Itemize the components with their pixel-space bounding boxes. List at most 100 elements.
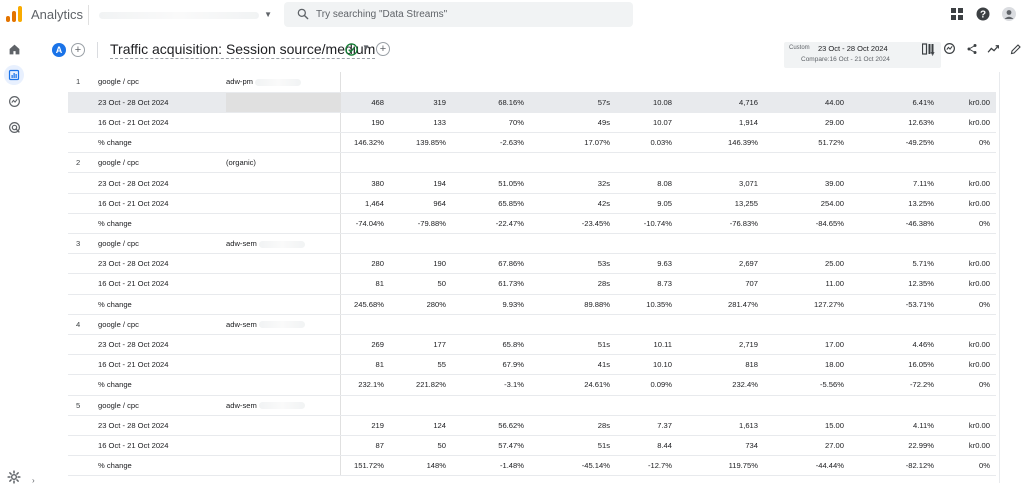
row-label: % change — [90, 213, 226, 235]
empty-cell — [678, 152, 764, 174]
add-report-button[interactable]: + — [376, 42, 390, 56]
metric-cell: -74.04% — [340, 213, 390, 235]
compare-range-text: Compare:16 Oct - 21 Oct 2024 — [801, 56, 890, 63]
campaign-cell: adw-sem — [226, 314, 341, 335]
table-row[interactable]: 16 Oct - 21 Oct 2024 190 133 70% 49s 10.07 1,9… — [68, 112, 996, 134]
row-label: 23 Oct - 28 Oct 2024 — [90, 253, 226, 275]
reports-icon[interactable] — [4, 65, 24, 85]
account-picker[interactable]: ▼ — [88, 5, 274, 25]
advertising-icon[interactable] — [6, 119, 22, 135]
admin-settings-icon[interactable] — [7, 470, 21, 484]
metric-cell: -5.56% — [764, 374, 850, 396]
share-icon[interactable] — [965, 42, 978, 55]
row-index-blank — [68, 374, 90, 396]
table-row[interactable]: 16 Oct - 21 Oct 2024 81 50 61.73% 28s 8.73 707… — [68, 273, 996, 295]
caret-down-icon[interactable]: ▼ — [362, 43, 370, 52]
table-group-row[interactable]: 5 google / cpc adw-sem — [68, 395, 996, 416]
date-range-picker[interactable]: Custom 23 Oct - 28 Oct 2024 Compare:16 O… — [784, 42, 941, 68]
date-range-badge: Custom — [789, 45, 810, 51]
account-avatar[interactable] — [1002, 7, 1016, 21]
table-group-row[interactable]: 4 google / cpc adw-sem — [68, 314, 996, 335]
explore-icon[interactable] — [6, 93, 22, 109]
table-row[interactable]: 23 Oct - 28 Oct 2024 269 177 65.8% 51s 10.11 2… — [68, 334, 996, 356]
metric-cell: 0.09% — [616, 374, 678, 396]
report-title[interactable]: Traffic acquisition: Session source/medi… — [110, 41, 376, 59]
home-icon[interactable] — [6, 41, 22, 57]
table-row[interactable]: % change -74.04% -79.88% -22.47% -23.45% -10.… — [68, 213, 996, 235]
compare-columns-icon[interactable] — [921, 42, 934, 55]
table-row[interactable]: % change 245.68% 280% 9.93% 89.88% 10.35% 281.… — [68, 294, 996, 315]
metric-cell: 818 — [678, 354, 764, 376]
metric-cell: 9.05 — [616, 193, 678, 214]
table-row[interactable]: 23 Oct - 28 Oct 2024 468 319 68.16% 57s 10.08… — [68, 92, 996, 113]
edit-pencil-icon[interactable] — [1009, 42, 1022, 55]
data-table: 1 google / cpc adw-pm 23 Oct - 28 Oct 2024 4… — [68, 72, 996, 483]
metric-cell: kr0.00 — [940, 193, 996, 214]
trend-icon[interactable] — [987, 42, 1000, 55]
metric-cell: kr0.00 — [940, 92, 996, 113]
campaign-blank — [226, 112, 341, 134]
metric-cell: 50 — [390, 435, 452, 457]
table-row[interactable]: 16 Oct - 21 Oct 2024 87 50 57.47% 51s 8.44 734… — [68, 435, 996, 457]
expand-nav-icon[interactable]: › — [32, 476, 35, 485]
add-comparison-button[interactable]: + — [71, 43, 85, 57]
table-row[interactable]: 23 Oct - 28 Oct 2024 219 124 56.62% 28s 7.37 1… — [68, 415, 996, 436]
campaign-text: adw-pm — [226, 77, 254, 87]
table-row[interactable]: % change 146.32% 139.85% -2.63% 17.07% 0.03% 1… — [68, 132, 996, 154]
table-group-row[interactable]: 1 google / cpc adw-pm — [68, 72, 996, 93]
metric-cell: -84.65% — [764, 213, 850, 235]
insights-icon[interactable] — [943, 42, 956, 55]
campaign-redacted — [255, 78, 302, 86]
header-divider — [97, 42, 98, 58]
row-label: 23 Oct - 28 Oct 2024 — [90, 415, 226, 436]
metric-cell: 5.71% — [850, 253, 940, 275]
vertical-scrollbar[interactable] — [999, 72, 1000, 483]
table-row[interactable]: 16 Oct - 21 Oct 2024 81 55 67.9% 41s 10.10 818… — [68, 354, 996, 376]
metric-cell: kr0.00 — [940, 112, 996, 134]
help-icon[interactable]: ? — [976, 7, 990, 21]
analytics-logo[interactable] — [6, 6, 22, 22]
metric-cell: 8.73 — [616, 273, 678, 295]
comparison-badge[interactable]: A — [52, 43, 66, 57]
metric-cell: 7.37 — [616, 415, 678, 436]
caret-down-icon: ▼ — [264, 10, 272, 19]
table-row[interactable]: 16 Oct - 21 Oct 2024 1,464 964 65.85% 42s 9.0… — [68, 193, 996, 214]
empty-cell — [340, 72, 390, 93]
table-row[interactable]: % change 151.72% 148% -1.48% -45.14% -12.7% 11… — [68, 455, 996, 477]
metric-cell: 32s — [530, 172, 616, 194]
metric-cell: 190 — [390, 253, 452, 275]
metric-cell: 12.63% — [850, 112, 940, 134]
metric-cell: 124 — [390, 415, 452, 436]
metric-cell: 219 — [340, 415, 390, 436]
metric-cell: 87 — [340, 435, 390, 457]
metric-cell: 56.62% — [452, 415, 530, 436]
campaign-blank — [226, 273, 341, 295]
search-bar[interactable] — [284, 2, 633, 27]
table-row[interactable]: % change 232.1% 221.82% -3.1% 24.61% 0.09% 232… — [68, 374, 996, 396]
metric-cell: 1,464 — [340, 193, 390, 214]
campaign-blank — [226, 435, 341, 457]
empty-cell — [940, 314, 996, 335]
row-index-blank — [68, 253, 90, 275]
campaign-blank — [226, 334, 341, 356]
table-group-row[interactable]: 2 google / cpc (organic) — [68, 152, 996, 174]
empty-cell — [678, 72, 764, 93]
metric-cell: 177 — [390, 334, 452, 356]
campaign-redacted — [258, 240, 305, 248]
metric-cell: 51.05% — [452, 172, 530, 194]
table-group-row[interactable]: 3 google / cpc adw-sem — [68, 233, 996, 255]
empty-cell — [340, 233, 390, 255]
date-range-text: 23 Oct - 28 Oct 2024 — [818, 44, 888, 53]
table-row[interactable]: 23 Oct - 28 Oct 2024 380 194 51.05% 32s 8.08 3… — [68, 172, 996, 194]
empty-cell — [452, 314, 530, 335]
row-index: 3 — [68, 233, 90, 255]
table-row[interactable]: 23 Oct - 28 Oct 2024 280 190 67.86% 53s 9.63 2… — [68, 253, 996, 275]
metric-cell: 81 — [340, 354, 390, 376]
row-label: 23 Oct - 28 Oct 2024 — [90, 172, 226, 194]
metric-cell: -53.71% — [850, 294, 940, 315]
apps-grid-icon[interactable] — [950, 7, 964, 21]
search-input[interactable] — [316, 6, 616, 23]
metric-cell: 6.41% — [850, 92, 940, 113]
check-circle-icon[interactable] — [345, 43, 358, 56]
metric-cell: kr0.00 — [940, 415, 996, 436]
